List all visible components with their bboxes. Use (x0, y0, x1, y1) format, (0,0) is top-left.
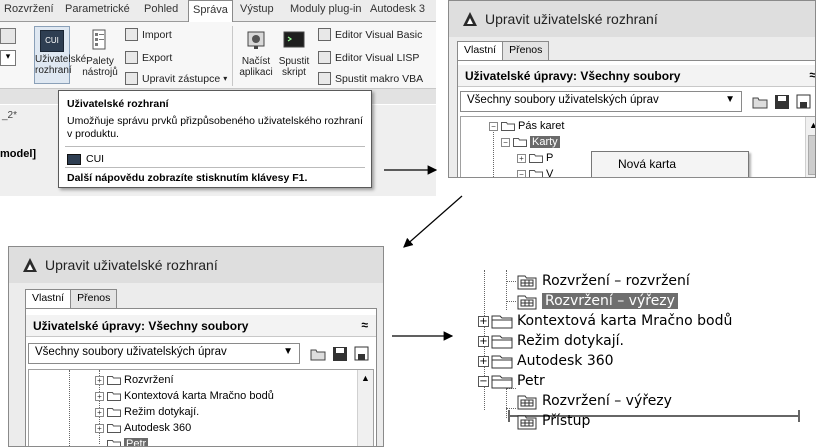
flow-arrows (384, 165, 463, 341)
arrow-down-left (403, 195, 463, 248)
